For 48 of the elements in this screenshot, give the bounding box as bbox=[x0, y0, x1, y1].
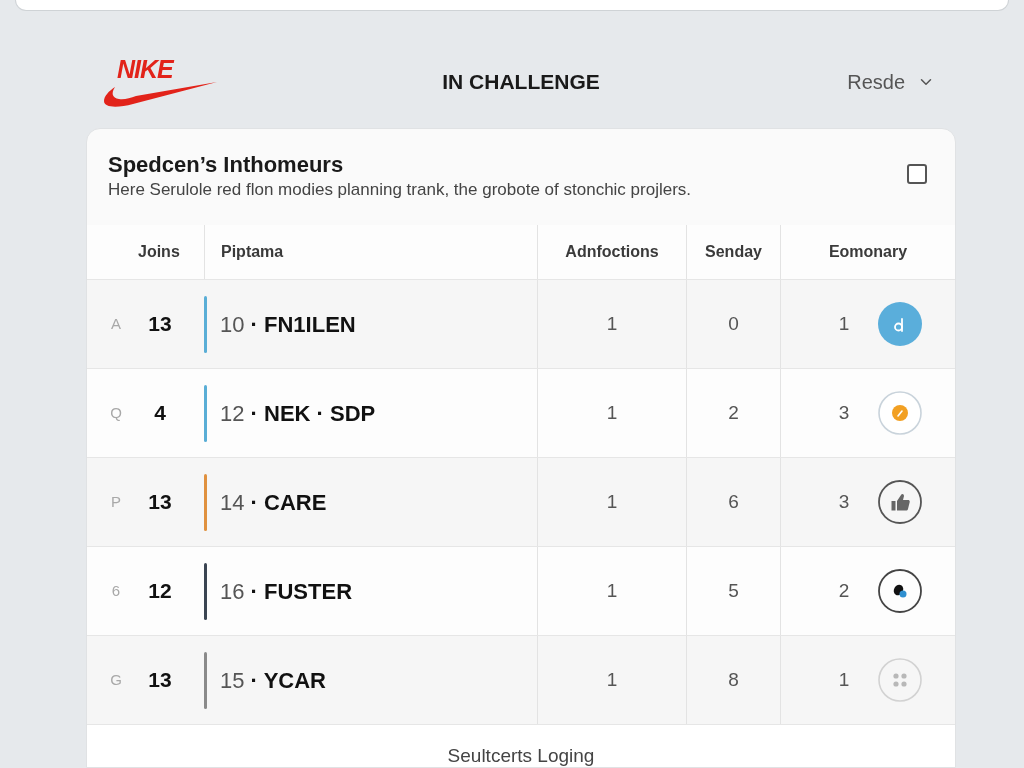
card-title: Spedcen’s Inthomeurs bbox=[108, 151, 345, 179]
table-cell-text: 13 bbox=[147, 667, 173, 694]
footer-link[interactable]: Seultcerts Loging bbox=[447, 745, 595, 767]
table-cell-text: 13 bbox=[147, 311, 173, 338]
table-cell-text: 1 bbox=[837, 311, 851, 336]
four-dots-icon bbox=[878, 658, 922, 702]
table-cell-text: 10 · FN1ILEN bbox=[220, 310, 356, 339]
row-marker: G bbox=[109, 669, 123, 690]
blob-ring-icon bbox=[878, 569, 922, 613]
column-header: Senday bbox=[705, 242, 762, 262]
column-header: Eomonary bbox=[828, 242, 908, 262]
table-cell-text: 13 bbox=[147, 489, 173, 516]
column-header: Joins bbox=[138, 242, 180, 262]
table-cell-text: 3 bbox=[837, 489, 851, 514]
table-cell-text: 5 bbox=[728, 578, 739, 603]
table-cell-text: 3 bbox=[837, 400, 851, 425]
table-cell-text: 12 · NEK · SDP bbox=[220, 399, 376, 428]
checkbox[interactable] bbox=[907, 164, 927, 184]
row-marker: A bbox=[110, 313, 122, 334]
table-cell-text: 2 bbox=[728, 400, 739, 425]
table-cell-text: 15 · YCAR bbox=[220, 666, 326, 695]
table-cell-text: 1 bbox=[606, 311, 618, 336]
table-cell-text: 1 bbox=[606, 400, 618, 425]
table-cell-text: 1 bbox=[837, 667, 851, 692]
row-marker: Q bbox=[109, 402, 123, 423]
glyph-disc-icon bbox=[878, 302, 922, 346]
column-header: Piptama bbox=[221, 242, 284, 262]
table-cell-text: 6 bbox=[728, 489, 739, 514]
table-cell-text: 16 · FUSTER bbox=[220, 577, 353, 606]
table-cell-text: 1 bbox=[606, 667, 618, 692]
brand-wordmark: NIKE bbox=[117, 56, 173, 82]
page-title: IN CHALLENGE bbox=[442, 69, 600, 96]
table-cell-text: 4 bbox=[153, 400, 167, 427]
card-subtitle: Here Serulole red flon modies planning trank, the grobote of stonchic projlers. bbox=[108, 179, 692, 201]
table-cell-text: 14 · CARE bbox=[220, 488, 327, 517]
thumbs-up-icon bbox=[878, 480, 922, 524]
column-header: Adnfoctions bbox=[565, 242, 659, 262]
table-cell-text: 1 bbox=[606, 578, 618, 603]
dot-ring-icon bbox=[878, 391, 922, 435]
table-cell-text: 2 bbox=[837, 578, 851, 603]
row-marker: 6 bbox=[110, 580, 122, 601]
row-marker: P bbox=[110, 491, 122, 512]
table-cell-text: 12 bbox=[147, 578, 173, 605]
swoosh-icon bbox=[103, 82, 217, 108]
table-cell-text: 0 bbox=[728, 311, 739, 336]
dropdown-button[interactable]: Resde bbox=[843, 65, 939, 99]
table-cell-text: 8 bbox=[728, 667, 739, 692]
table-cell-text: 1 bbox=[606, 489, 618, 514]
